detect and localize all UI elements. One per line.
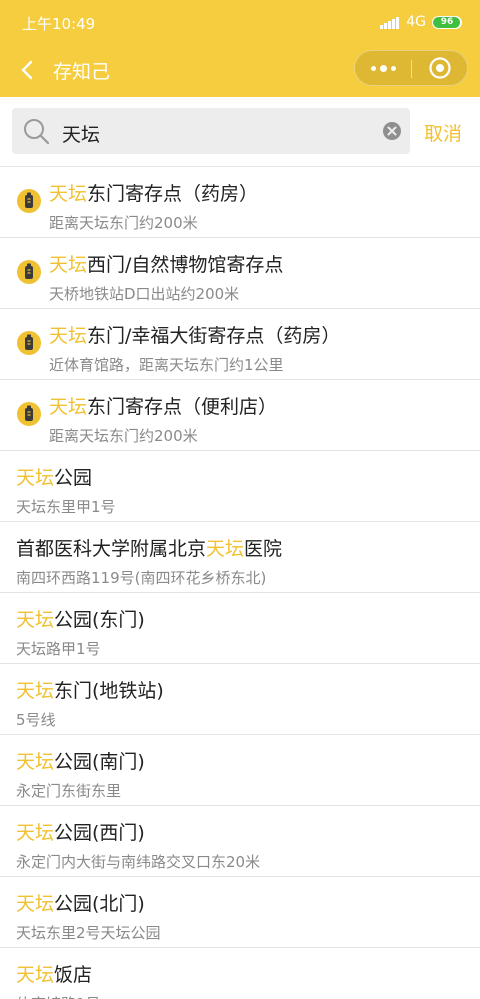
- back-button[interactable]: [14, 56, 42, 84]
- result-title-rest: 饭店: [54, 964, 93, 986]
- result-subtitle: 永定门东街东里: [16, 782, 122, 800]
- status-bar: 上午10:49 4G 96: [0, 0, 480, 44]
- result-subtitle: 永定门内大街与南纬路交叉口东20米: [16, 853, 261, 871]
- result-subtitle: 天坛东里2号天坛公园: [16, 924, 161, 942]
- place-result-item[interactable]: 首都医科大学附属北京天坛医院南四环西路119号(南四环花乡桥东北): [0, 522, 480, 593]
- battery-icon: 96: [432, 15, 462, 29]
- result-title-match: 天坛: [16, 467, 55, 489]
- result-title-match: 天坛: [16, 609, 55, 631]
- result-title: 天坛公园: [16, 463, 92, 490]
- search-bar: 天坛 取消: [0, 97, 480, 167]
- network-type: 4G: [406, 14, 426, 30]
- more-dot-icon: [379, 64, 387, 72]
- result-subtitle: 距离天坛东门约200米: [49, 427, 198, 445]
- result-title-rest: 医院: [244, 538, 283, 560]
- app-header: 上午10:49 4G 96 存知己: [0, 0, 480, 97]
- result-title-rest: 公园(东门): [54, 609, 145, 631]
- result-title-match: 天坛: [16, 822, 55, 844]
- page-title: 存知己: [53, 61, 111, 83]
- result-title: 天坛东门(地铁站): [16, 676, 164, 703]
- result-title-rest: 东门/幸福大街寄存点（药房）: [87, 325, 341, 347]
- target-close-icon: [429, 57, 451, 79]
- result-title: 天坛东门寄存点（便利店）: [49, 392, 277, 419]
- result-title: 天坛东门寄存点（药房）: [49, 179, 258, 206]
- result-subtitle: 5号线: [16, 711, 56, 729]
- result-title-rest: 东门寄存点（便利店）: [87, 396, 278, 418]
- more-button[interactable]: [355, 51, 411, 85]
- result-subtitle: 体育馆路1号: [16, 993, 101, 999]
- result-title-rest: 东门(地铁站): [54, 680, 164, 702]
- search-box[interactable]: 天坛: [12, 108, 410, 154]
- storage-result-item[interactable]: 天坛东门寄存点（便利店） 距离天坛东门约200米: [0, 380, 480, 451]
- place-result-item[interactable]: 天坛东门(地铁站) 5号线: [0, 664, 480, 735]
- place-result-item[interactable]: 天坛公园(南门) 永定门东街东里: [0, 735, 480, 806]
- result-subtitle: 近体育馆路，距离天坛东门约1公里: [49, 356, 284, 374]
- miniprogram-capsule: [354, 50, 468, 86]
- storage-location-icon: [17, 402, 41, 426]
- search-icon: [24, 119, 50, 145]
- result-subtitle: 天坛东里甲1号: [16, 498, 116, 516]
- result-title-rest: 公园(北门): [54, 893, 145, 915]
- storage-result-item[interactable]: 天坛东门/幸福大街寄存点（药房） 近体育馆路，距离天坛东门约1公里: [0, 309, 480, 380]
- result-title-match: 天坛: [49, 396, 88, 418]
- result-title-match: 天坛: [16, 751, 55, 773]
- cancel-button[interactable]: 取消: [424, 119, 462, 146]
- place-result-item[interactable]: 天坛公园(西门) 永定门内大街与南纬路交叉口东20米: [0, 806, 480, 877]
- result-title-match: 天坛: [206, 538, 245, 560]
- result-subtitle: 天桥地铁站D口出站约200米: [49, 285, 240, 303]
- clear-icon[interactable]: [382, 121, 402, 141]
- result-title-rest: 公园(西门): [54, 822, 145, 844]
- result-title-rest: 公园: [54, 467, 93, 489]
- result-title-match: 天坛: [16, 680, 55, 702]
- result-subtitle: 南四环西路119号(南四环花乡桥东北): [16, 569, 267, 587]
- result-title: 首都医科大学附属北京天坛医院: [16, 534, 282, 561]
- close-miniprogram-button[interactable]: [412, 51, 468, 85]
- storage-location-icon: [17, 331, 41, 355]
- storage-location-icon: [17, 189, 41, 213]
- result-title-match: 天坛: [16, 964, 55, 986]
- storage-location-icon: [17, 260, 41, 284]
- status-indicators: 4G 96: [380, 12, 462, 32]
- battery-level: 96: [440, 16, 454, 27]
- chevron-left-icon: [21, 60, 33, 80]
- result-title: 天坛公园(西门): [16, 818, 145, 845]
- more-dot-icon: [390, 65, 396, 71]
- result-subtitle: 天坛路甲1号: [16, 640, 101, 658]
- result-title-rest: 西门/自然博物馆寄存点: [87, 254, 284, 276]
- result-subtitle: 距离天坛东门约200米: [49, 214, 198, 232]
- storage-result-item[interactable]: 天坛东门寄存点（药房） 距离天坛东门约200米: [0, 167, 480, 238]
- result-title-match: 天坛: [16, 893, 55, 915]
- result-title: 天坛饭店: [16, 960, 92, 987]
- place-result-item[interactable]: 天坛公园(东门) 天坛路甲1号: [0, 593, 480, 664]
- result-title: 天坛西门/自然博物馆寄存点: [49, 250, 283, 277]
- result-title-rest: 东门寄存点（药房）: [87, 183, 259, 205]
- result-title-prefix: 首都医科大学附属北京: [16, 538, 207, 560]
- result-title-match: 天坛: [49, 325, 88, 347]
- result-title: 天坛东门/幸福大街寄存点（药房）: [49, 321, 340, 348]
- place-result-item[interactable]: 天坛公园(北门) 天坛东里2号天坛公园: [0, 877, 480, 948]
- result-title: 天坛公园(北门): [16, 889, 145, 916]
- place-result-item[interactable]: 天坛饭店体育馆路1号: [0, 948, 480, 999]
- place-result-item[interactable]: 天坛公园天坛东里甲1号: [0, 451, 480, 522]
- result-title-rest: 公园(南门): [54, 751, 145, 773]
- navigation-bar: 存知己: [0, 44, 480, 97]
- storage-result-item[interactable]: 天坛西门/自然博物馆寄存点天桥地铁站D口出站约200米: [0, 238, 480, 309]
- search-input[interactable]: 天坛: [62, 120, 100, 147]
- result-title-match: 天坛: [49, 183, 88, 205]
- more-dot-icon: [370, 65, 376, 71]
- result-title-match: 天坛: [49, 254, 88, 276]
- signal-icon: [380, 15, 400, 29]
- status-time: 上午10:49: [22, 15, 96, 33]
- result-title: 天坛公园(东门): [16, 605, 145, 632]
- search-results-list: 天坛东门寄存点（药房） 距离天坛东门约200米 天坛西门/自然博物馆寄存点 天桥地铁站…: [0, 167, 480, 999]
- result-title: 天坛公园(南门): [16, 747, 145, 774]
